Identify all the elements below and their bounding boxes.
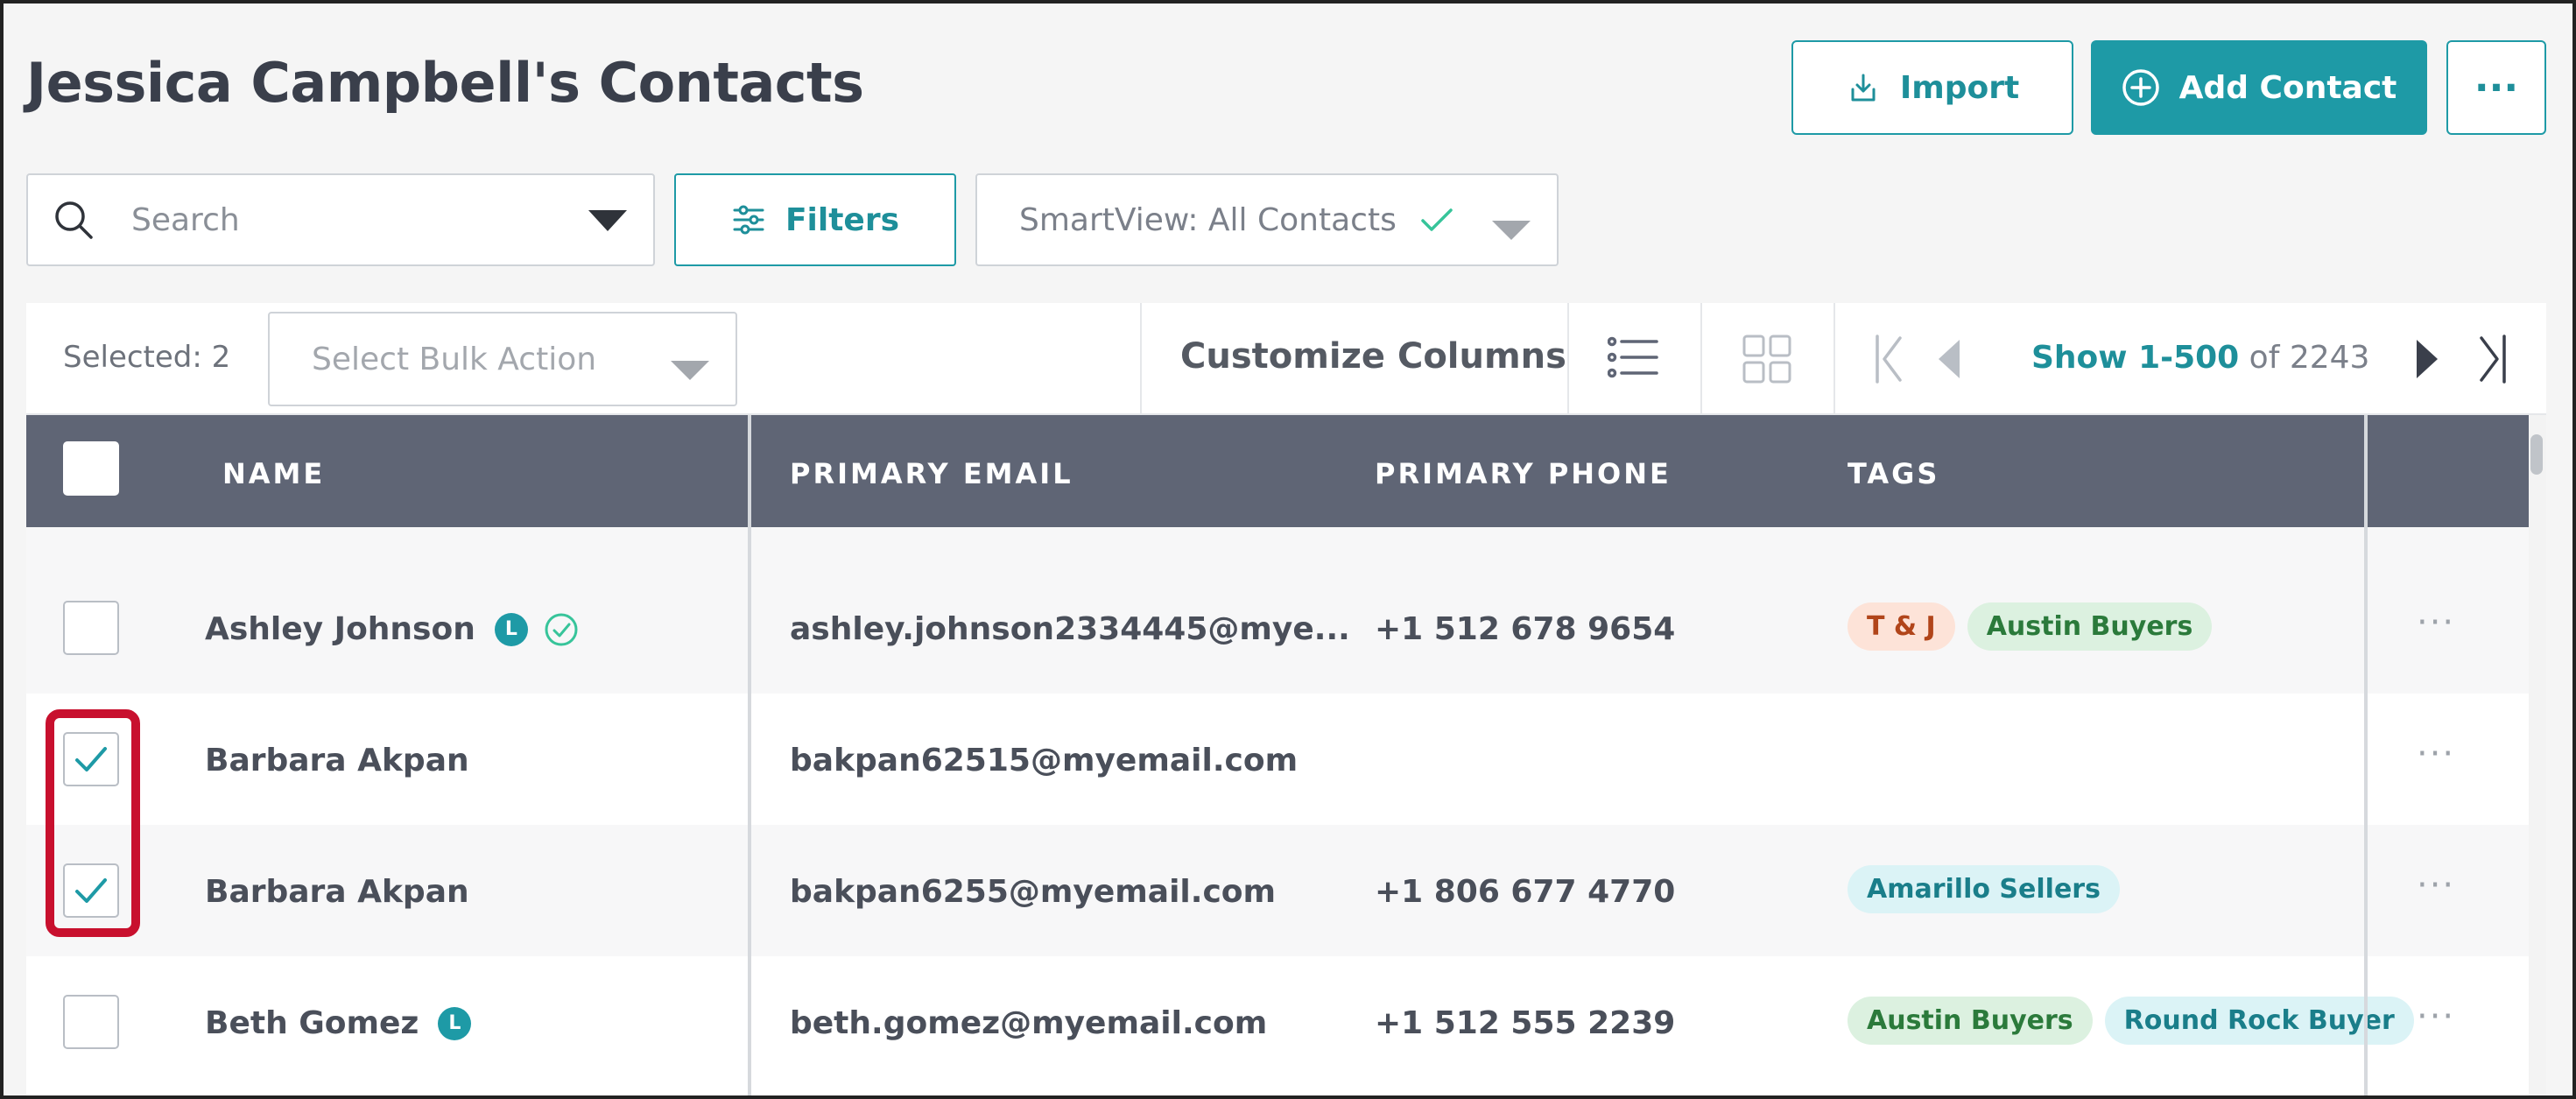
chevron-down-icon <box>1492 212 1531 248</box>
list-view-icon[interactable] <box>1608 336 1658 378</box>
contact-tags: T & J Austin Buyers <box>1848 602 2213 651</box>
bulk-action-select[interactable]: Select Bulk Action <box>268 312 737 406</box>
toolbar-divider <box>1567 303 1569 415</box>
add-contact-button[interactable]: Add Contact <box>2091 40 2427 135</box>
contact-name-cell[interactable]: Barbara Akpan <box>205 874 469 910</box>
column-header-email[interactable]: PRIMARY EMAIL <box>790 457 1073 490</box>
contact-name-cell[interactable]: Barbara Akpan <box>205 743 469 778</box>
filters-label: Filters <box>785 201 900 238</box>
contact-tags: Amarillo Sellers <box>1848 865 2120 913</box>
scrollbar-thumb[interactable] <box>2530 434 2543 475</box>
pager-total: of 2243 <box>2249 340 2370 376</box>
contact-email[interactable]: beth.gomez@myemail.com <box>790 1005 1267 1041</box>
plus-circle-icon <box>2122 68 2160 107</box>
page-title: Jessica Campbell's Contacts <box>26 51 864 115</box>
more-options-button[interactable]: ··· <box>2446 40 2546 135</box>
lead-badge: L <box>494 612 528 646</box>
import-label: Import <box>1899 69 2020 106</box>
table-toolbar: Selected: 2 Select Bulk Action Customize… <box>26 303 2546 415</box>
tag-badge[interactable]: Austin Buyers <box>1967 602 2213 651</box>
contact-tags: Austin Buyers Round Rock Buyer <box>1848 997 2414 1045</box>
row-more-button[interactable]: ··· <box>2417 865 2455 905</box>
pager-range: Show 1-500 <box>2031 340 2240 376</box>
tag-badge[interactable]: Amarillo Sellers <box>1848 865 2120 913</box>
contact-name[interactable]: Barbara Akpan <box>205 874 469 910</box>
row-checkbox[interactable] <box>63 995 119 1049</box>
row-more-button[interactable]: ··· <box>2417 602 2455 643</box>
contact-name[interactable]: Ashley Johnson <box>205 611 475 647</box>
column-header-phone[interactable]: PRIMARY PHONE <box>1375 457 1672 490</box>
row-checkbox[interactable] <box>63 601 119 655</box>
add-contact-label: Add Contact <box>2178 69 2397 106</box>
tag-badge[interactable]: Austin Buyers <box>1848 997 2093 1045</box>
column-divider <box>2364 527 2368 1099</box>
smartview-label: SmartView: All Contacts <box>1019 201 1397 238</box>
select-all-checkbox[interactable] <box>63 441 119 496</box>
row-more-button[interactable]: ··· <box>2417 997 2455 1037</box>
contacts-table-body: Ashley Johnson L ashley.johnson2334445@m… <box>26 527 2529 1099</box>
toolbar-divider <box>1833 303 1835 415</box>
first-page-icon[interactable] <box>1872 335 1904 384</box>
tag-badge[interactable]: T & J <box>1848 602 1955 651</box>
contact-email[interactable]: ashley.johnson2334445@mye... <box>790 611 1350 647</box>
contact-email[interactable]: bakpan62515@myemail.com <box>790 743 1298 778</box>
smartview-select[interactable]: SmartView: All Contacts <box>975 173 1559 266</box>
sliders-icon <box>731 202 766 237</box>
column-divider <box>748 415 751 527</box>
table-row-partial <box>26 527 2529 562</box>
column-divider <box>2364 415 2368 527</box>
selected-count: Selected: 2 <box>63 340 231 375</box>
column-header-name[interactable]: NAME <box>222 457 325 490</box>
contact-email[interactable]: bakpan6255@myemail.com <box>790 874 1276 910</box>
next-page-icon[interactable] <box>2415 340 2438 378</box>
contact-phone[interactable]: +1 512 678 9654 <box>1375 611 1675 647</box>
toolbar-divider <box>1140 303 1142 415</box>
bulk-action-placeholder: Select Bulk Action <box>312 341 597 377</box>
filters-button[interactable]: Filters <box>674 173 956 266</box>
download-icon <box>1846 70 1881 105</box>
selection-highlight-box <box>46 709 140 937</box>
customize-columns-button[interactable]: Customize Columns <box>1180 336 1566 377</box>
lead-badge: L <box>438 1006 472 1040</box>
table-row[interactable]: Ashley Johnson L ashley.johnson2334445@m… <box>26 562 2529 694</box>
table-header: NAME PRIMARY EMAIL PRIMARY PHONE TAGS <box>26 415 2529 527</box>
verified-check-icon <box>544 612 579 647</box>
contact-name-cell[interactable]: Ashley Johnson L <box>205 611 579 647</box>
search-box[interactable] <box>26 173 655 266</box>
chevron-down-icon <box>671 352 709 388</box>
pager-status: Show 1-500 of 2243 <box>2031 340 2369 376</box>
column-divider <box>748 527 751 1099</box>
table-row[interactable]: Beth Gomez L beth.gomez@myemail.com +1 5… <box>26 956 2529 1088</box>
grid-view-icon[interactable] <box>1742 335 1791 384</box>
search-icon <box>51 197 96 243</box>
more-label: ··· <box>2474 65 2519 110</box>
contact-name[interactable]: Beth Gomez <box>205 1005 419 1041</box>
check-icon <box>1419 206 1454 234</box>
contact-name-cell[interactable]: Beth Gomez L <box>205 1005 472 1041</box>
table-row[interactable]: Barbara Akpan bakpan6255@myemail.com +1 … <box>26 825 2529 956</box>
contact-name[interactable]: Barbara Akpan <box>205 743 469 778</box>
row-more-button[interactable]: ··· <box>2417 734 2455 774</box>
contact-phone[interactable]: +1 806 677 4770 <box>1375 874 1675 910</box>
scrollbar-track[interactable] <box>2529 415 2546 1099</box>
prev-page-icon[interactable] <box>1939 340 1961 378</box>
toolbar-divider <box>1700 303 1702 415</box>
search-dropdown-icon[interactable] <box>588 210 627 235</box>
import-button[interactable]: Import <box>1791 40 2073 135</box>
last-page-icon[interactable] <box>2478 335 2509 384</box>
contact-phone[interactable]: +1 512 555 2239 <box>1375 1005 1675 1041</box>
column-header-tags[interactable]: TAGS <box>1848 457 1939 490</box>
table-row[interactable]: Barbara Akpan bakpan62515@myemail.com ··… <box>26 694 2529 825</box>
search-input[interactable] <box>131 201 552 238</box>
